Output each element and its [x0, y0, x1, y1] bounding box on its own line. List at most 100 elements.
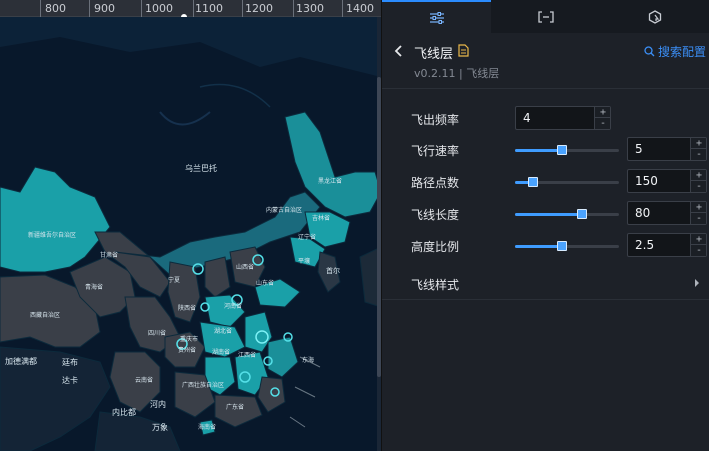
config-panel: 飞线层 v0.2.11 | 飞线层 搜索配置 飞出频率 4 + - 飞行速率 5… — [381, 0, 709, 451]
map-label-hainan: 海南省 — [198, 423, 216, 431]
tab-data[interactable] — [491, 0, 600, 33]
back-arrow-icon[interactable] — [392, 43, 406, 59]
map-label-neibidu: 内比都 — [112, 407, 136, 417]
path-points-slider[interactable] — [515, 177, 619, 187]
slider-fill — [515, 245, 562, 248]
bracket-icon — [537, 10, 554, 23]
setting-row-fly-speed: 飞行速率 5 + - — [382, 137, 709, 163]
increment-button[interactable]: + — [595, 107, 611, 118]
map-label-wulanbatuo: 乌兰巴托 — [185, 163, 217, 173]
map-label-pingrang: 平壤 — [298, 257, 310, 265]
ruler-tick-label: 800 — [45, 2, 66, 15]
increment-button[interactable]: + — [691, 170, 707, 181]
sliders-icon — [429, 11, 444, 24]
number-stepper[interactable]: + - — [690, 202, 707, 224]
ruler-tick — [293, 0, 294, 17]
map-label-guangxi: 广西壮族自治区 — [182, 381, 224, 389]
tab-settings[interactable] — [382, 0, 491, 33]
ruler-tick-label: 900 — [94, 2, 115, 15]
slider-handle[interactable] — [576, 209, 587, 219]
map-label-jilin: 吉林省 — [312, 214, 330, 222]
map-label-guizhou: 贵州省 — [178, 346, 196, 354]
panel-tabs — [382, 0, 709, 33]
increment-button[interactable]: + — [691, 234, 707, 245]
increment-button[interactable]: + — [691, 202, 707, 213]
map-label-henei: 河内 — [150, 399, 166, 409]
china-map: 乌兰巴托 新疆维吾尔自治区 西藏自治区 青海省 甘肃省 内蒙古自治区 黑龙江省 … — [0, 17, 381, 451]
map-label-shanxi: 山西省 — [236, 263, 254, 271]
height-ratio-input[interactable]: 2.5 + - — [627, 233, 707, 257]
line-length-input[interactable]: 80 + - — [627, 201, 707, 225]
slider-handle[interactable] — [527, 177, 538, 187]
map-label-henan: 河南省 — [224, 302, 242, 310]
ruler-tick — [89, 0, 90, 17]
map-label-shouer: 首尔 — [326, 266, 340, 275]
map-label-shandong: 山东省 — [256, 279, 274, 287]
map-label-wanxiang: 万象 — [152, 422, 168, 432]
map-label-dongjing: 东海 — [302, 356, 314, 364]
decrement-button[interactable]: - — [691, 149, 707, 160]
map-label-daka: 达卡 — [62, 375, 78, 385]
ruler-tick-label: 1100 — [195, 2, 223, 15]
slider-handle[interactable] — [556, 145, 567, 155]
decrement-button[interactable]: - — [691, 213, 707, 224]
panel-header: 飞线层 v0.2.11 | 飞线层 搜索配置 — [382, 33, 709, 89]
setting-row-height-ratio: 高度比例 2.5 + - — [382, 233, 709, 259]
map-label-hunan: 湖南省 — [212, 348, 230, 356]
decrement-button[interactable]: - — [691, 245, 707, 256]
slider-handle[interactable] — [556, 241, 567, 251]
search-config-label: 搜索配置 — [657, 45, 706, 59]
tab-interaction[interactable] — [600, 0, 709, 33]
number-stepper[interactable]: + - — [690, 170, 707, 192]
document-icon[interactable] — [458, 44, 469, 57]
section-line-style[interactable]: 飞线样式 — [382, 268, 709, 300]
ruler-tick-label: 1000 — [145, 2, 173, 15]
interaction-icon — [648, 9, 661, 24]
ruler-tick — [242, 0, 243, 17]
input-value: 5 — [635, 142, 643, 156]
fly-speed-input[interactable]: 5 + - — [627, 137, 707, 161]
setting-row-line-length: 飞线长度 80 + - — [382, 201, 709, 227]
number-stepper[interactable]: + - — [594, 107, 611, 129]
number-stepper[interactable]: + - — [690, 138, 707, 160]
map-label-xinjiang: 新疆维吾尔自治区 — [28, 231, 76, 239]
search-config-link[interactable]: 搜索配置 — [644, 43, 706, 60]
search-icon — [644, 46, 655, 57]
map-label-ningxia: 宁夏 — [168, 276, 180, 284]
fly-frequency-input[interactable]: 4 + - — [515, 106, 611, 130]
map-label-guangdong: 广东省 — [226, 403, 244, 411]
setting-row-path-points: 路径点数 150 + - — [382, 169, 709, 195]
decrement-button[interactable]: - — [595, 118, 611, 129]
input-value: 80 — [635, 206, 651, 220]
panel-title: 飞线层 — [414, 47, 454, 62]
line-length-slider[interactable] — [515, 209, 619, 219]
map-label-qinghai: 青海省 — [85, 283, 103, 291]
path-points-input[interactable]: 150 + - — [627, 169, 707, 193]
ruler-tick — [141, 0, 142, 17]
map-label-xibu: 廷布 — [62, 357, 78, 367]
input-value: 2.5 — [635, 238, 655, 252]
map-label-gansu: 甘肃省 — [100, 251, 118, 259]
fly-speed-slider[interactable] — [515, 145, 619, 155]
ruler-tick-label: 1200 — [245, 2, 273, 15]
ruler-tick — [342, 0, 343, 17]
setting-label: 飞线长度 — [411, 208, 460, 222]
map-label-xizang: 西藏自治区 — [30, 311, 60, 319]
number-stepper[interactable]: + - — [690, 234, 707, 256]
map-label-chongqing: 重庆市 — [180, 335, 198, 343]
map-canvas[interactable]: 800 900 1000 1100 1200 1300 1400 乌兰巴托 新疆… — [0, 0, 381, 451]
map-label-neimenggu: 内蒙古自治区 — [266, 206, 302, 214]
setting-label: 飞行速率 — [411, 144, 460, 158]
input-value: 150 — [635, 174, 658, 188]
ruler-tick — [40, 0, 41, 17]
setting-label: 飞出频率 — [411, 113, 460, 127]
decrement-button[interactable]: - — [691, 181, 707, 192]
increment-button[interactable]: + — [691, 138, 707, 149]
setting-label: 路径点数 — [411, 176, 460, 190]
ruler-tick-label: 1300 — [296, 2, 324, 15]
map-label-liaoning: 辽宁省 — [298, 233, 316, 241]
map-label-sichuan: 四川省 — [148, 329, 166, 337]
input-value: 4 — [523, 111, 531, 125]
height-ratio-slider[interactable] — [515, 241, 619, 251]
map-label-hubei: 湖北省 — [214, 327, 232, 335]
